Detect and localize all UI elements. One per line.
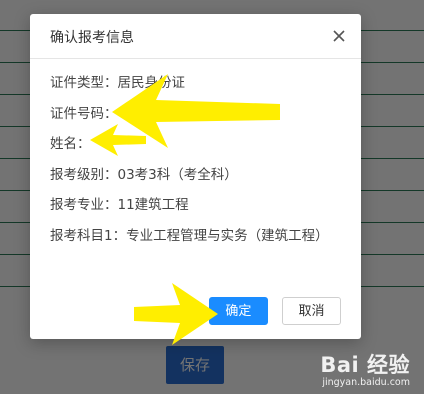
field-label: 报考级别： [50, 166, 118, 183]
dialog-header: 确认报考信息 [30, 14, 361, 59]
field-id-type: 证件类型：居民身份证 [50, 74, 351, 93]
field-value: 居民身份证 [117, 75, 186, 91]
close-icon[interactable] [331, 28, 347, 44]
watermark-url: jingyan.baidu.com [322, 377, 410, 388]
field-id-number: 证件号码：440 [50, 105, 351, 124]
field-label: 证件号码： [50, 105, 118, 122]
field-subject-1: 报考科目1：专业工程管理与实务（建筑工程） [50, 227, 351, 246]
confirm-dialog: 确认报考信息 证件类型：居民身份证 证件号码：440 姓名： 报考级别：03考3… [30, 14, 361, 339]
field-name: 姓名： [50, 135, 351, 154]
dialog-footer: 确定 取消 [200, 297, 341, 325]
field-major: 报考专业：11建筑工程 [50, 196, 351, 215]
field-value: 440 [117, 105, 144, 122]
field-label: 姓名： [50, 136, 91, 152]
field-label: 报考科目1： [50, 227, 127, 244]
confirm-button[interactable]: 确定 [208, 297, 268, 325]
dialog-title: 确认报考信息 [50, 30, 134, 46]
field-label: 报考专业： [50, 197, 118, 213]
baidu-jingyan-watermark: Bai 经验 jingyan.baidu.com [320, 349, 410, 388]
cancel-button[interactable]: 取消 [282, 297, 341, 325]
field-exam-level: 报考级别：03考3科（考全科） [50, 166, 351, 185]
field-value: 03考3科（考全科） [117, 166, 238, 183]
watermark-logo: Bai 经验 [320, 353, 410, 377]
dialog-body: 证件类型：居民身份证 证件号码：440 姓名： 报考级别：03考3科（考全科） … [50, 74, 351, 257]
field-value: 11建筑工程 [117, 197, 189, 213]
field-label: 证件类型： [50, 75, 118, 91]
field-value: 专业工程管理与实务（建筑工程） [126, 227, 329, 244]
